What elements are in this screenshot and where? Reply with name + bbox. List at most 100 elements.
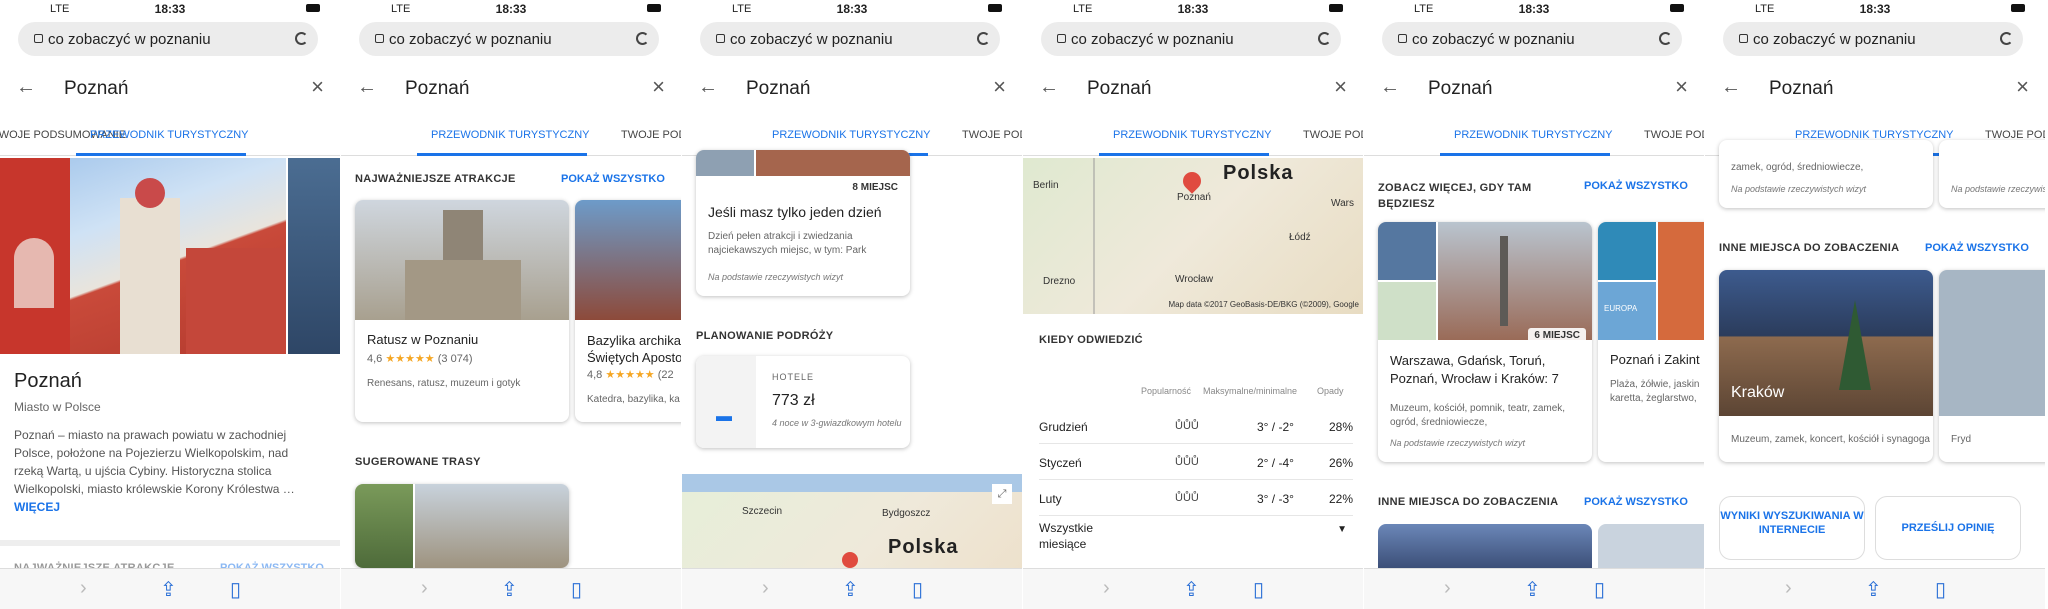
show-all-attractions[interactable]: Pokaż wszystko	[561, 173, 665, 185]
tab-summary[interactable]: Twoje podsumowanie	[962, 129, 1022, 141]
trip-card-cut[interactable]: zamek, ogród, średniowiecze, Na podstawi…	[1719, 140, 1933, 208]
url-text: co zobaczyć w poznaniu	[389, 31, 552, 48]
day-plan-title: Jeśli masz tylko jeden dzień	[708, 204, 882, 220]
reload-icon[interactable]	[636, 32, 649, 45]
tab-travel-guide[interactable]: Przewodnik turystyczny	[1454, 129, 1613, 141]
url-bar[interactable]: co zobaczyć w poznaniu	[359, 22, 659, 56]
show-all-see-more[interactable]: Pokaż wszystko	[1584, 180, 1688, 192]
share-icon[interactable]: ⇪	[842, 577, 859, 602]
search-query[interactable]: Poznań	[1769, 78, 1833, 100]
trip-photo-main	[1438, 222, 1592, 340]
expand-icon[interactable]: ⤢	[992, 484, 1012, 504]
close-icon[interactable]: ×	[311, 74, 324, 100]
hotels-card[interactable]: ▬ HOTELE 773 zł 4 noce w 3-gwiazdkowym h…	[696, 356, 910, 448]
search-query[interactable]: Poznań	[1087, 78, 1151, 100]
building-right	[186, 248, 286, 354]
close-icon[interactable]: ×	[2016, 74, 2029, 100]
month-row-december[interactable]: Grudzień ŮŮŮ 3° / -2° 28%	[1039, 408, 1353, 444]
region-map[interactable]: Polska Berlin Poznań Wars Łódź Drezno Wr…	[1023, 158, 1363, 314]
day-plan-card[interactable]: 8 MIEJSC Jeśli masz tylko jeden dzień Dz…	[696, 150, 910, 296]
show-all-other-places[interactable]: Pokaż wszystko	[1925, 242, 2029, 254]
trip-photo-1	[1598, 222, 1656, 280]
other-place-photo[interactable]	[1378, 524, 1592, 568]
close-icon[interactable]: ×	[1334, 74, 1347, 100]
hero-photo[interactable]	[0, 158, 286, 354]
forward-icon[interactable]: ›	[1785, 577, 1792, 600]
bookmarks-icon[interactable]: ▯	[230, 577, 241, 602]
map-attribution: Map data ©2017 GeoBasis-DE/BKG (©2009), …	[1168, 300, 1359, 309]
tab-travel-guide[interactable]: Przewodnik turystyczny	[90, 129, 249, 141]
forward-icon[interactable]: ›	[1444, 577, 1451, 600]
tab-travel-guide[interactable]: Przewodnik turystyczny	[772, 129, 931, 141]
review-count: (22	[657, 369, 674, 381]
url-bar[interactable]: co zobaczyć w poznaniu	[700, 22, 1000, 56]
share-icon[interactable]: ⇪	[160, 577, 177, 602]
reload-icon[interactable]	[295, 32, 308, 45]
back-arrow-icon[interactable]: ←	[16, 76, 36, 99]
tab-travel-guide[interactable]: Przewodnik turystyczny	[431, 129, 590, 141]
url-bar[interactable]: co zobaczyć w poznaniu	[1041, 22, 1341, 56]
bookmarks-icon[interactable]: ▯	[912, 577, 923, 602]
close-icon[interactable]: ×	[652, 74, 665, 100]
second-photo[interactable]	[288, 158, 340, 354]
more-link[interactable]: WIĘCEJ	[14, 500, 60, 514]
other-place-photo-2[interactable]	[1598, 524, 1704, 568]
back-arrow-icon[interactable]: ←	[698, 76, 718, 99]
forward-icon[interactable]: ›	[762, 577, 769, 600]
bookmarks-icon[interactable]: ▯	[1253, 577, 1264, 602]
map-preview[interactable]: Szczecin Bydgoszcz Polska ⤢	[682, 474, 1022, 568]
all-months-dropdown[interactable]: Wszystkie miesiące ▼	[1039, 516, 1353, 560]
search-query[interactable]: Poznań	[1428, 78, 1492, 100]
back-arrow-icon[interactable]: ←	[1380, 76, 1400, 99]
trip-card-cut-2[interactable]: Na podstawie rzeczywistych wizyt	[1939, 140, 2045, 208]
search-query[interactable]: Poznań	[746, 78, 810, 100]
back-arrow-icon[interactable]: ←	[357, 76, 377, 99]
tab-summary[interactable]: Twoje podsumowanie	[1644, 129, 1704, 141]
share-icon[interactable]: ⇪	[1183, 577, 1200, 602]
share-icon[interactable]: ⇪	[501, 577, 518, 602]
trip-title: Warszawa, Gdańsk, Toruń, Poznań, Wrocław…	[1390, 353, 1559, 386]
trip-card-zakynthos[interactable]: EUROPA Poznań i Zakint Plaża, żółwie, ja…	[1598, 222, 1704, 462]
forward-icon[interactable]: ›	[421, 577, 428, 600]
clock: 18:33	[836, 2, 868, 16]
attraction-card-ratusz[interactable]: Ratusz w Poznaniu 4,6 ★★★★★ (3 074) Rene…	[355, 200, 569, 422]
reload-icon[interactable]	[1659, 32, 1672, 45]
forward-icon[interactable]: ›	[1103, 577, 1110, 600]
url-bar[interactable]: co zobaczyć w poznaniu	[1723, 22, 2023, 56]
month-row-january[interactable]: Styczeń ŮŮŮ 2° / -4° 26%	[1039, 444, 1353, 480]
share-icon[interactable]: ⇪	[1865, 577, 1882, 602]
show-all-other-places[interactable]: Pokaż wszystko	[1584, 496, 1688, 508]
bookmarks-icon[interactable]: ▯	[571, 577, 582, 602]
search-query[interactable]: Poznań	[64, 78, 128, 100]
search-row: ← Poznań ×	[341, 72, 681, 108]
search-query[interactable]: Poznań	[405, 78, 469, 100]
bookmarks-icon[interactable]: ▯	[1594, 577, 1605, 602]
reload-icon[interactable]	[2000, 32, 2013, 45]
share-icon[interactable]: ⇪	[1524, 577, 1541, 602]
reload-icon[interactable]	[1318, 32, 1331, 45]
trip-title: Poznań i Zakint	[1610, 352, 1700, 367]
tab-summary[interactable]: Twoje podsumowanie	[1303, 129, 1363, 141]
forward-icon[interactable]: ›	[80, 577, 87, 600]
reload-icon[interactable]	[977, 32, 990, 45]
close-icon[interactable]: ×	[1675, 74, 1688, 100]
bookmarks-icon[interactable]: ▯	[1935, 577, 1946, 602]
back-arrow-icon[interactable]: ←	[1039, 76, 1059, 99]
route-card[interactable]	[355, 484, 569, 568]
place-card-next[interactable]: Fryd	[1939, 270, 2045, 462]
status-bar: LTE 18:33	[0, 0, 340, 20]
attraction-card-bazylika[interactable]: Bazylika archikatedralna Świętych Aposto…	[575, 200, 681, 422]
back-arrow-icon[interactable]: ←	[1721, 76, 1741, 99]
place-card-krakow[interactable]: Kraków Muzeum, zamek, koncert, kościół i…	[1719, 270, 1933, 462]
close-icon[interactable]: ×	[993, 74, 1006, 100]
section-heading-when: Kiedy odwiedzić	[1039, 334, 1143, 346]
tab-travel-guide[interactable]: Przewodnik turystyczny	[1113, 129, 1272, 141]
web-results-button[interactable]: Wyniki wyszukiwania w internecie	[1719, 496, 1865, 560]
tab-summary[interactable]: Twoje podsumowanie	[621, 129, 681, 141]
url-bar[interactable]: co zobaczyć w poznaniu	[1382, 22, 1682, 56]
trip-card-poland[interactable]: 6 MIEJSC Warszawa, Gdańsk, Toruń, Poznań…	[1378, 222, 1592, 462]
month-row-february[interactable]: Luty ŮŮŮ 3° / -3° 22%	[1039, 480, 1353, 516]
url-bar[interactable]: co zobaczyć w poznaniu	[18, 22, 318, 56]
precipitation: 28%	[1329, 420, 1354, 434]
send-feedback-button[interactable]: Prześlij opinię	[1875, 496, 2021, 560]
